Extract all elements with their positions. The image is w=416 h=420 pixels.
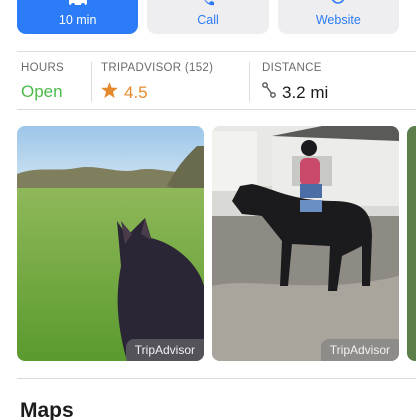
photo-carousel[interactable]: TripAdvisor TripAdvisor xyxy=(17,126,416,361)
tripadvisor-credit: TripAdvisor xyxy=(320,339,399,361)
photo-horse-field[interactable]: TripAdvisor xyxy=(17,126,204,361)
horse-ears-in-field-photo xyxy=(17,126,204,361)
rating-value: 4.5 xyxy=(124,82,148,102)
tripadvisor-credit: TripAdvisor xyxy=(125,339,204,361)
call-label: Call xyxy=(197,13,219,27)
phone-icon xyxy=(200,0,216,11)
directions-label: 10 min xyxy=(58,13,97,27)
info-row: HOURS Open TRIPADVISOR (152) 4.5 DISTANC… xyxy=(21,62,416,102)
globe-icon xyxy=(331,0,345,11)
column-separator xyxy=(91,62,92,102)
directions-button[interactable]: 10 min xyxy=(17,0,139,34)
divider-bottom xyxy=(17,378,416,379)
divider-mid xyxy=(17,109,416,110)
divider-top xyxy=(17,51,416,52)
photo-next-partial[interactable] xyxy=(407,126,416,361)
distance-label: DISTANCE xyxy=(262,62,322,74)
rating: 4.5 xyxy=(101,82,249,103)
call-button[interactable]: Call xyxy=(147,0,269,34)
action-buttons-row: 10 min Call Website xyxy=(17,0,399,34)
hours-block[interactable]: HOURS Open xyxy=(21,62,101,102)
hours-value: Open xyxy=(21,82,63,101)
route-icon xyxy=(262,82,276,103)
star-icon xyxy=(101,82,118,103)
distance-value: 3.2 mi xyxy=(282,82,329,102)
website-label: Website xyxy=(315,13,361,27)
car-icon xyxy=(66,0,90,11)
hours-label: HOURS xyxy=(21,62,65,74)
photo-horse-rider[interactable]: TripAdvisor xyxy=(212,126,399,361)
rider-on-black-horse-photo xyxy=(212,126,399,361)
distance-block: DISTANCE 3.2 mi xyxy=(249,62,389,102)
tripadvisor-block[interactable]: TRIPADVISOR (152) 4.5 xyxy=(91,62,249,103)
maps-section-title: Maps xyxy=(20,399,74,420)
column-separator xyxy=(249,62,250,102)
website-button[interactable]: Website xyxy=(277,0,399,34)
tripadvisor-label: TRIPADVISOR (152) xyxy=(101,62,214,74)
distance: 3.2 mi xyxy=(262,82,389,103)
